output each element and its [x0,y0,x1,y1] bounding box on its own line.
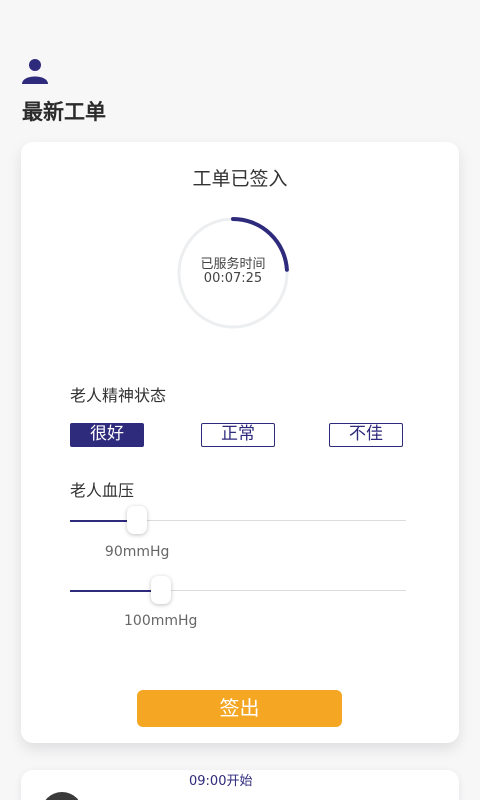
bp-high-value: 100mmHg [124,613,198,629]
card-title: 工单已签入 [192,168,288,190]
mood-label: 老人精神状态 [70,386,167,405]
mood-option-poor[interactable]: 不佳 [329,423,403,447]
slider-thumb[interactable] [150,576,171,604]
slider-thumb[interactable] [127,506,148,534]
signout-button[interactable]: 签出 [137,690,342,727]
mood-option-normal[interactable]: 正常 [201,423,275,447]
bp-high-slider[interactable] [70,576,406,606]
start-time: 09:00开始 [189,774,253,789]
bp-low-slider[interactable] [70,506,406,536]
service-timer: 已服务时间 00:07:25 [173,213,293,333]
next-order-card[interactable]: 09:00开始 [21,770,459,800]
order-card: 工单已签入 已服务时间 00:07:25 老人精神状态 很好 正常 不佳 老人血… [21,142,459,743]
blood-pressure-label: 老人血压 [70,481,135,500]
page: 最新工单 工单已签入 已服务时间 00:07:25 老人精神状态 很好 正常 不… [0,0,480,800]
avatar [41,792,83,800]
page-title: 最新工单 [22,100,106,124]
timer-value: 00:07:25 [203,271,263,286]
mood-option-good[interactable]: 很好 [70,423,144,447]
timer-label: 已服务时间 [200,257,266,272]
slider-fill [70,590,161,592]
bp-low-value: 90mmHg [104,544,170,560]
user-icon[interactable] [20,56,50,86]
